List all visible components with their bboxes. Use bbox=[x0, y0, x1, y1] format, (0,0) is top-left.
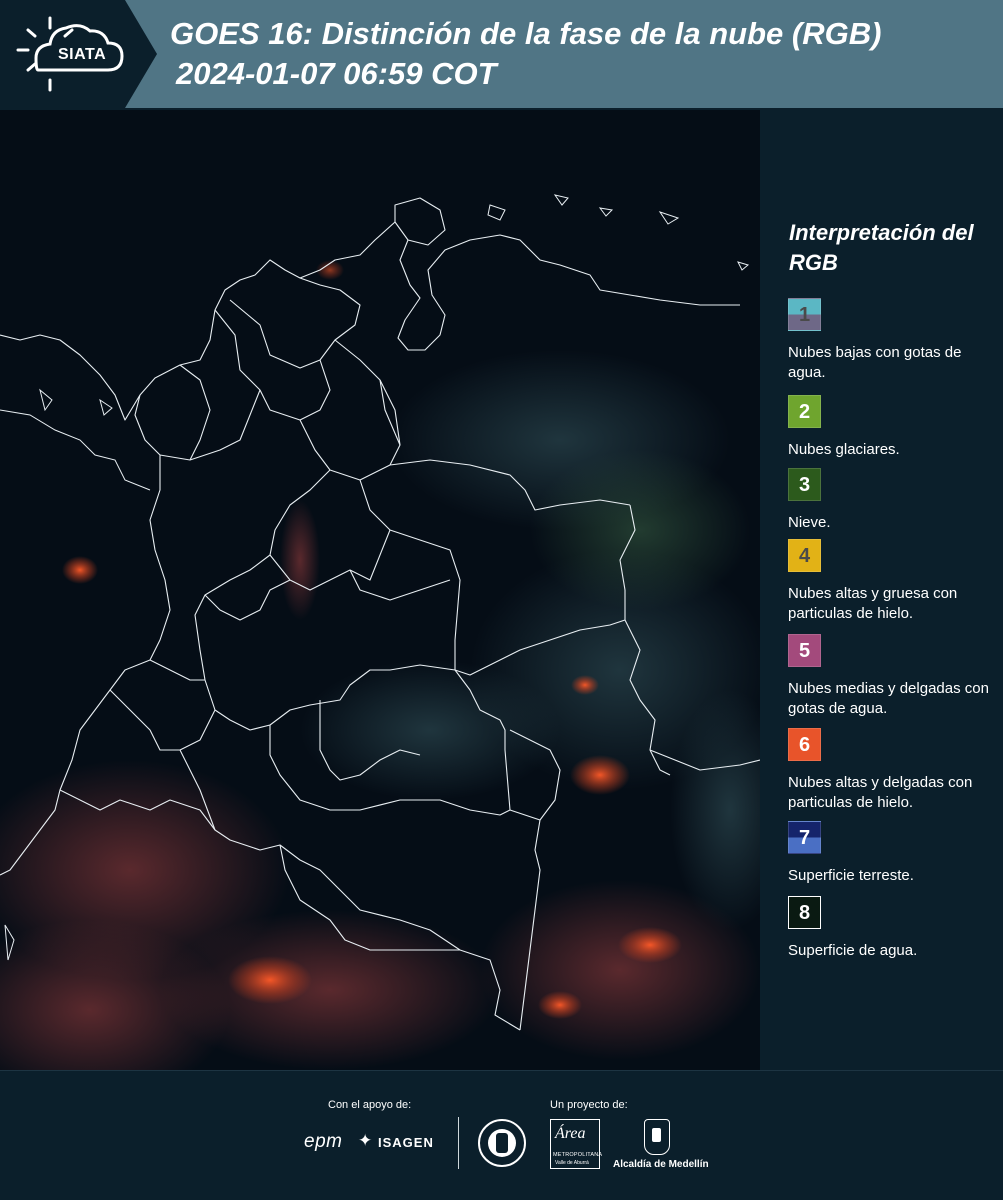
legend-item-3: 3 Nieve. bbox=[788, 468, 998, 533]
legend-label-7: Superficie terreste. bbox=[788, 867, 914, 884]
legend-item-7: 7 Superficie terreste. bbox=[788, 821, 998, 886]
legend-number-2: 2 bbox=[798, 401, 811, 423]
alcaldia-shield-icon bbox=[644, 1119, 670, 1155]
legend-number-5: 5 bbox=[798, 640, 811, 662]
area-logo-sub2: Valle de Aburrá bbox=[555, 1160, 589, 1166]
alcaldia-logo: Alcaldía de Medellín bbox=[613, 1159, 709, 1170]
area-metropolitana-logo: Área METROPOLITANA Valle de Aburrá bbox=[550, 1119, 603, 1169]
legend-label-6: Nubes altas y delgadas con particulas de… bbox=[788, 774, 973, 811]
map-canvas bbox=[0, 110, 760, 1070]
area-logo-sub: METROPOLITANA bbox=[553, 1152, 603, 1158]
isagen-star-icon: ✦ bbox=[358, 1131, 373, 1150]
legend-number-3: 3 bbox=[798, 474, 811, 496]
epm-logo: epm bbox=[304, 1131, 343, 1152]
siata-logo: SIATA bbox=[0, 0, 160, 108]
legend-swatch-2: 2 bbox=[788, 395, 821, 428]
legend-title: Interpretación del RGB bbox=[789, 220, 974, 275]
legend-item-6: 6 Nubes altas y delgadas con particulas … bbox=[788, 728, 998, 813]
legend-swatch-6: 6 bbox=[788, 728, 821, 761]
legend-item-5: 5 Nubes medias y delgadas con gotas de a… bbox=[788, 634, 998, 719]
legend-label-2: Nubes glaciares. bbox=[788, 441, 900, 458]
legend-label-3: Nieve. bbox=[788, 514, 831, 531]
legend-swatch-4: 4 bbox=[788, 539, 821, 572]
support-caption: Con el apoyo de: bbox=[328, 1099, 412, 1111]
legend-swatch-5: 5 bbox=[788, 634, 821, 667]
legend-label-8: Superficie de agua. bbox=[788, 942, 918, 959]
legend-label-5: Nubes medias y delgadas con gotas de agu… bbox=[788, 680, 989, 717]
area-logo-title: Área bbox=[555, 1125, 586, 1142]
seal-logo bbox=[478, 1119, 526, 1167]
legend-label-4: Nubes altas y gruesa con particulas de h… bbox=[788, 585, 958, 622]
satellite-map[interactable] bbox=[0, 110, 760, 1070]
legend-number-8: 8 bbox=[798, 902, 811, 924]
legend-number-6: 6 bbox=[798, 734, 811, 756]
legend-item-1: 1 Nubes bajas con gotas de agua. bbox=[788, 298, 998, 383]
header: SIATA GOES 16: Distinción de la fase de … bbox=[0, 0, 1003, 110]
legend-swatch-1: 1 bbox=[788, 298, 821, 331]
legend-item-2: 2 Nubes glaciares. bbox=[788, 395, 998, 460]
isagen-logo: ISAGEN bbox=[378, 1135, 434, 1150]
footer-divider bbox=[458, 1117, 459, 1169]
legend-panel: Interpretación del RGB 1 Nubes bajas con… bbox=[760, 110, 1003, 1070]
legend-swatch-7: 7 bbox=[788, 821, 821, 854]
legend-swatch-3: 3 bbox=[788, 468, 821, 501]
legend-item-4: 4 Nubes altas y gruesa con particulas de… bbox=[788, 539, 998, 624]
legend-number-7: 7 bbox=[798, 827, 811, 849]
page-timestamp: 2024-01-07 06:59 COT bbox=[176, 56, 497, 91]
logo-text: SIATA bbox=[58, 46, 107, 63]
project-caption: Un proyecto de: bbox=[550, 1099, 628, 1111]
legend-number-4: 4 bbox=[798, 545, 811, 567]
legend-label-1: Nubes bajas con gotas de agua. bbox=[788, 344, 962, 381]
legend-number-1: 1 bbox=[798, 304, 811, 326]
legend-item-8: 8 Superficie de agua. bbox=[788, 896, 998, 961]
footer: Con el apoyo de: Un proyecto de: epm ✦ I… bbox=[0, 1070, 1003, 1200]
page-title: GOES 16: Distinción de la fase de la nub… bbox=[170, 16, 882, 51]
legend-swatch-8: 8 bbox=[788, 896, 821, 929]
